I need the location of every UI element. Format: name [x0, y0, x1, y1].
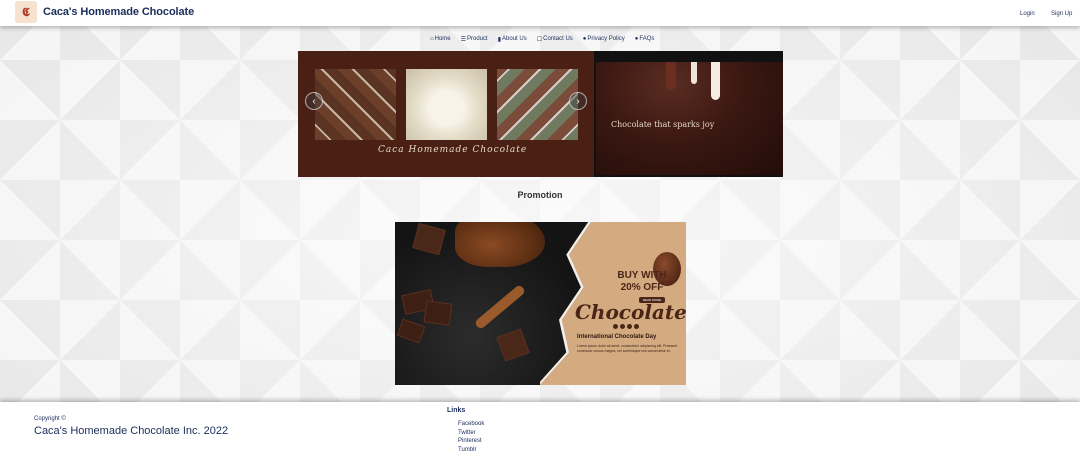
nav-label-contact: Contact Us: [543, 36, 573, 42]
list-icon: ☰: [460, 36, 467, 43]
links-heading: Links: [447, 407, 466, 414]
social-icon: [627, 324, 632, 329]
social-icon: [620, 324, 625, 329]
footer-link-facebook[interactable]: Facebook: [458, 420, 484, 429]
nav-label-about: About Us: [502, 36, 527, 42]
spoon-image: [473, 283, 527, 331]
footer-link-pinterest[interactable]: Pinterest: [458, 437, 484, 446]
cream-drip-image: [711, 62, 720, 100]
chocolate-piece: [423, 300, 453, 326]
logo-glyph: 𝕮: [22, 5, 30, 19]
nav-item-faqs[interactable]: ● FAQs: [635, 34, 655, 44]
script-caption: Caca Homemade Chocolate: [378, 145, 528, 155]
chocolate-piece: [396, 318, 426, 344]
nav-label-product: Product: [467, 36, 488, 42]
help-icon: ●: [634, 36, 639, 42]
promo-subheadline: International Chocolate Day: [577, 334, 657, 340]
home-icon: ⌂: [430, 36, 434, 42]
nav-item-product[interactable]: ☰ Product: [461, 34, 488, 44]
phone-icon: ☐: [536, 36, 543, 43]
nav-item-home[interactable]: ⌂ Home: [430, 34, 451, 44]
promo-headline: Chocolate: [575, 300, 686, 324]
carousel-slide-products: Caca Homemade Chocolate ‹ ›: [298, 51, 594, 177]
social-icon: [613, 324, 618, 329]
site-footer: Copyright © Caca's Homemade Chocolate In…: [0, 402, 1080, 464]
copyright-text: Caca's Homemade Chocolate Inc. 2022: [34, 425, 229, 437]
cloth-image: [455, 222, 545, 267]
bookmark-icon: ▮: [497, 36, 502, 43]
nav-item-about[interactable]: ▮ About Us: [498, 34, 527, 44]
promo-dark-background: [395, 222, 585, 385]
hero-carousel[interactable]: Caca Homemade Chocolate ‹ › Chocolate th…: [298, 51, 783, 177]
promo-buy-line1: BUY WITH: [617, 270, 667, 281]
nav-label-privacy: Privacy Policy: [587, 36, 625, 42]
nav-item-privacy[interactable]: ● Privacy Policy: [583, 34, 625, 44]
cream-image: [406, 69, 487, 140]
signup-link[interactable]: Sign Up: [1051, 11, 1072, 17]
footer-link-twitter[interactable]: Twitter: [458, 429, 484, 438]
login-link[interactable]: Login: [1020, 11, 1035, 17]
promotion-heading: Promotion: [517, 190, 563, 200]
chocolate-grid-image: [315, 69, 396, 140]
carousel-next-button[interactable]: ›: [569, 92, 587, 110]
social-icon: [634, 324, 639, 329]
carousel-slide-tagline: Chocolate that sparks joy: [596, 62, 783, 175]
promo-buy-line2: 20% OFF: [620, 282, 664, 293]
nav-item-contact[interactable]: ☐ Contact Us: [537, 34, 573, 44]
matcha-chocolate-image: [497, 69, 578, 140]
brand-name[interactable]: Caca's Homemade Chocolate: [43, 6, 194, 18]
promo-discount: BUY WITH 20% OFF: [617, 270, 667, 294]
cream-drip-image: [691, 62, 697, 84]
carousel-prev-button[interactable]: ‹: [305, 92, 323, 110]
promo-social-icons: [613, 324, 639, 329]
footer-links: Facebook Twitter Pinterest Tumblr: [458, 420, 484, 454]
top-header: 𝕮 Caca's Homemade Chocolate Login Sign U…: [0, 0, 1080, 26]
nav-label-faqs: FAQs: [639, 36, 655, 42]
chocolate-piece: [496, 328, 530, 362]
nav-label-home: Home: [434, 36, 451, 42]
carousel-tagline: Chocolate that sparks joy: [611, 120, 715, 129]
copyright-label: Copyright ©: [34, 416, 66, 422]
chocolate-piece: [412, 222, 446, 256]
promotion-banner[interactable]: BUY WITH 20% OFF READ MORE Chocolate Int…: [395, 222, 686, 385]
main-nav: ⌂ Home ☰ Product ▮ About Us ☐ Contact Us…: [430, 34, 654, 44]
footer-link-tumblr[interactable]: Tumblr: [458, 446, 484, 455]
info-icon: ●: [582, 36, 587, 42]
chocolate-drip-image: [666, 62, 676, 90]
promo-body-text: Lorem ipsum dolor sit amet, consectetur …: [577, 344, 678, 353]
brand-logo[interactable]: 𝕮: [15, 1, 37, 23]
